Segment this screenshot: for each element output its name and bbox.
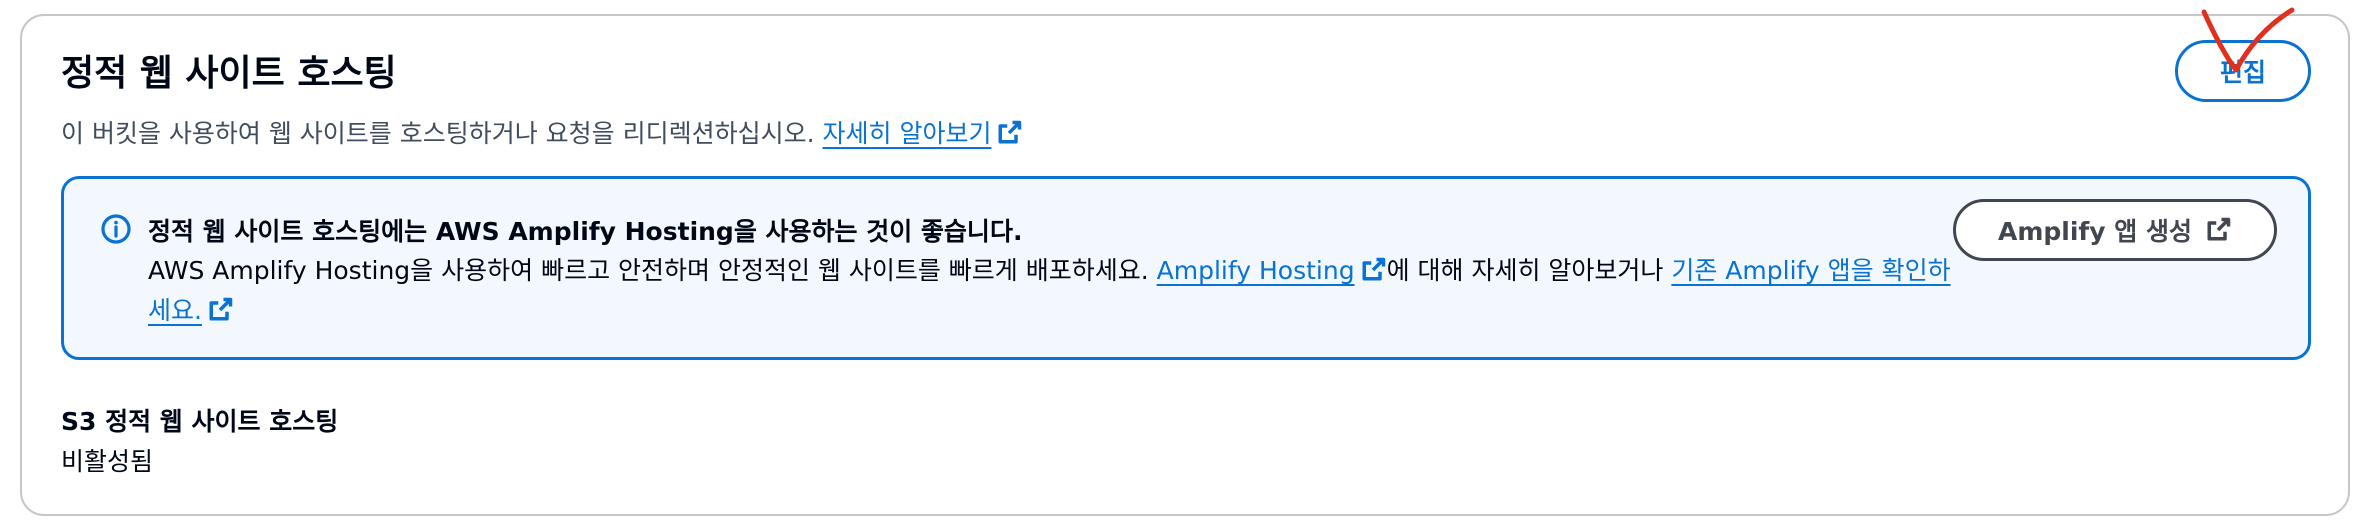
create-amplify-app-button[interactable]: Amplify 앱 생성 bbox=[1953, 199, 2277, 261]
external-link-icon[interactable] bbox=[995, 119, 1023, 147]
amplify-hosting-link-label: Amplify Hosting bbox=[1156, 256, 1355, 285]
external-link-icon[interactable] bbox=[206, 296, 234, 324]
alert-title: 정적 웹 사이트 호스팅에는 AWS Amplify Hosting을 사용하는… bbox=[148, 217, 1023, 246]
alert-body-prefix: AWS Amplify Hosting을 사용하여 빠르고 안전하며 안정적인 … bbox=[148, 256, 1149, 285]
section-description: 이 버킷을 사용하여 웹 사이트를 호스팅하거나 요청을 리디렉션하십시오. 자… bbox=[61, 114, 1023, 150]
alert-body-middle: 에 대해 자세히 알아보거나 bbox=[1386, 256, 1664, 285]
hosting-status-value: 비활성됨 bbox=[61, 447, 154, 476]
description-text: 이 버킷을 사용하여 웹 사이트를 호스팅하거나 요청을 리디렉션하십시오. bbox=[61, 119, 815, 148]
info-icon bbox=[101, 214, 131, 244]
external-link-icon[interactable] bbox=[1359, 256, 1387, 284]
hosting-status-label: S3 정적 웹 사이트 호스팅 bbox=[61, 407, 339, 436]
alert-body: AWS Amplify Hosting을 사용하여 빠르고 안전하며 안정적인 … bbox=[148, 251, 1968, 331]
edit-button[interactable]: 편집 bbox=[2175, 40, 2311, 102]
external-link-icon bbox=[2207, 217, 2231, 241]
edit-button-label: 편집 bbox=[2219, 58, 2266, 87]
section-title: 정적 웹 사이트 호스팅 bbox=[61, 53, 397, 94]
amplify-info-alert: 정적 웹 사이트 호스팅에는 AWS Amplify Hosting을 사용하는… bbox=[61, 176, 2311, 360]
create-amplify-app-label: Amplify 앱 생성 bbox=[1997, 217, 2192, 246]
learn-more-link[interactable]: 자세히 알아보기 bbox=[823, 119, 992, 148]
learn-more-label: 자세히 알아보기 bbox=[822, 119, 992, 148]
amplify-hosting-link[interactable]: Amplify Hosting bbox=[1157, 256, 1355, 285]
